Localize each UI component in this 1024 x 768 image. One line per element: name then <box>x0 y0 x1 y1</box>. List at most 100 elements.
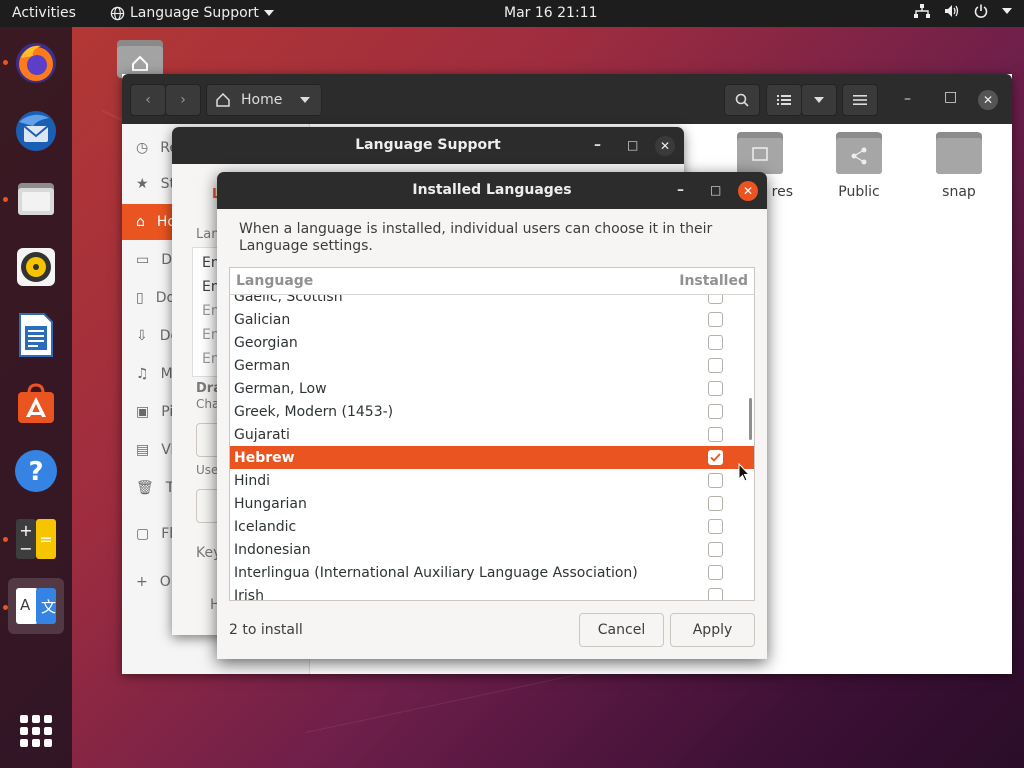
minimize-button[interactable]: – <box>904 91 911 107</box>
picture-icon: ▣ <box>136 404 150 420</box>
maximize-button[interactable]: □ <box>627 127 638 164</box>
installed-checkbox[interactable] <box>708 473 723 488</box>
top-bar: Activities Language Support Mar 16 21:11 <box>0 0 1024 27</box>
list-item[interactable]: Icelandic <box>230 515 754 538</box>
desktop-icon: ▭ <box>136 252 150 268</box>
list-item[interactable]: Georgian <box>230 331 754 354</box>
drag-sublabel: Cha <box>196 397 220 411</box>
installed-checkbox[interactable] <box>708 496 723 511</box>
desktop-home-icon[interactable] <box>117 40 163 78</box>
hamburger-icon <box>853 95 867 105</box>
dialog-description: When a language is installed, individual… <box>239 221 713 254</box>
path-bar-home[interactable]: Home <box>206 84 322 116</box>
app-menu[interactable]: Language Support <box>110 5 274 21</box>
apply-button[interactable]: Apply <box>670 613 755 647</box>
thunderbird-icon[interactable] <box>8 103 64 159</box>
installed-checkbox[interactable] <box>708 312 723 327</box>
libreoffice-writer-icon[interactable] <box>8 307 64 363</box>
back-button[interactable]: ‹ <box>130 84 166 116</box>
installed-checkbox[interactable] <box>708 427 723 442</box>
close-button[interactable]: ✕ <box>655 136 675 156</box>
language-name: Galician <box>234 311 291 328</box>
chevron-down-icon <box>263 10 274 16</box>
language-name: Gujarati <box>234 426 290 443</box>
list-item[interactable]: Indonesian <box>230 538 754 561</box>
language-name: Indonesian <box>234 541 311 558</box>
cancel-button[interactable]: Cancel <box>579 613 664 647</box>
maximize-button[interactable]: □ <box>710 172 721 209</box>
chevron-left-icon: ‹ <box>145 92 151 108</box>
installed-checkbox[interactable] <box>708 588 723 600</box>
list-item[interactable]: Gujarati <box>230 423 754 446</box>
chevron-down-icon <box>814 97 824 103</box>
search-button[interactable] <box>724 84 760 116</box>
list-item[interactable]: Hebrew <box>230 446 754 469</box>
installed-checkbox[interactable] <box>708 519 723 534</box>
list-item[interactable]: Galician <box>230 308 754 331</box>
installed-checkbox[interactable] <box>708 335 723 350</box>
power-icon <box>974 4 988 18</box>
installed-checkbox[interactable] <box>708 358 723 373</box>
column-header-installed[interactable]: Installed <box>679 273 748 289</box>
menu-button[interactable] <box>842 84 878 116</box>
calculator-icon[interactable]: + − = <box>8 511 64 567</box>
files-headerbar: ‹ › Home – □ ✕ <box>122 74 1012 124</box>
checkmark-icon <box>710 453 721 462</box>
list-item[interactable]: Irish <box>230 584 754 601</box>
installed-checkbox[interactable] <box>708 565 723 580</box>
show-applications-button[interactable] <box>8 703 64 759</box>
language-list[interactable]: Language Installed Gaelic, Scottish Galic… <box>229 267 755 601</box>
rhythmbox-icon[interactable] <box>8 239 64 295</box>
dock: ? + − = A 文 <box>0 27 72 768</box>
firefox-icon[interactable] <box>8 35 64 91</box>
folder-label: Public <box>838 184 880 200</box>
chevron-right-icon: › <box>180 92 186 108</box>
app-menu-label: Language Support <box>130 5 259 21</box>
system-tray[interactable] <box>914 4 1012 18</box>
language-icon-cjk: 文 <box>41 598 57 616</box>
list-item[interactable]: Interlingua (International Auxiliary Lan… <box>230 561 754 584</box>
maximize-button[interactable]: □ <box>944 89 957 105</box>
language-icon-latin: A <box>20 596 31 614</box>
list-item[interactable]: German, Low <box>230 377 754 400</box>
list-header: Language Installed <box>230 268 754 295</box>
column-header-language[interactable]: Language <box>236 273 313 289</box>
plus-icon: + <box>136 574 148 590</box>
language-name: Irish <box>234 587 264 601</box>
language-name: Hungarian <box>234 495 307 512</box>
minimize-button[interactable]: – <box>677 172 684 209</box>
list-item[interactable]: Hindi <box>230 469 754 492</box>
clock[interactable]: Mar 16 21:11 <box>504 5 597 21</box>
svg-text:+: + <box>19 521 32 540</box>
help-icon[interactable]: ? <box>8 443 64 499</box>
view-options-button[interactable] <box>801 84 837 116</box>
folder-share-icon <box>836 132 882 174</box>
installed-checkbox[interactable] <box>708 404 723 419</box>
network-icon <box>914 4 930 18</box>
scrollbar[interactable] <box>749 398 752 440</box>
list-item[interactable]: Greek, Modern (1453-) <box>230 400 754 423</box>
activities-button[interactable]: Activities <box>12 5 76 21</box>
language-name: German <box>234 357 291 374</box>
installed-checkbox[interactable] <box>708 381 723 396</box>
list-item[interactable]: German <box>230 354 754 377</box>
forward-button[interactable]: › <box>165 84 201 116</box>
minimize-button[interactable]: – <box>594 127 601 164</box>
close-button[interactable]: ✕ <box>738 181 758 201</box>
clock-icon: ◷ <box>136 140 149 156</box>
folder-label: snap <box>942 184 976 200</box>
list-item[interactable]: Hungarian <box>230 492 754 515</box>
installed-checkbox[interactable] <box>708 542 723 557</box>
software-icon[interactable] <box>8 375 64 431</box>
view-list-button[interactable] <box>766 84 802 116</box>
files-icon[interactable] <box>8 171 64 227</box>
folder-snap[interactable]: snap <box>914 132 1004 200</box>
globe-icon <box>110 6 125 20</box>
document-icon: ▯ <box>136 290 144 306</box>
music-icon: ♫ <box>136 366 149 382</box>
close-button[interactable]: ✕ <box>978 90 998 110</box>
language-support-icon[interactable]: A 文 <box>8 578 64 634</box>
installed-checkbox[interactable] <box>708 450 723 465</box>
folder-public[interactable]: Public <box>814 132 904 200</box>
list-icon <box>777 95 791 105</box>
